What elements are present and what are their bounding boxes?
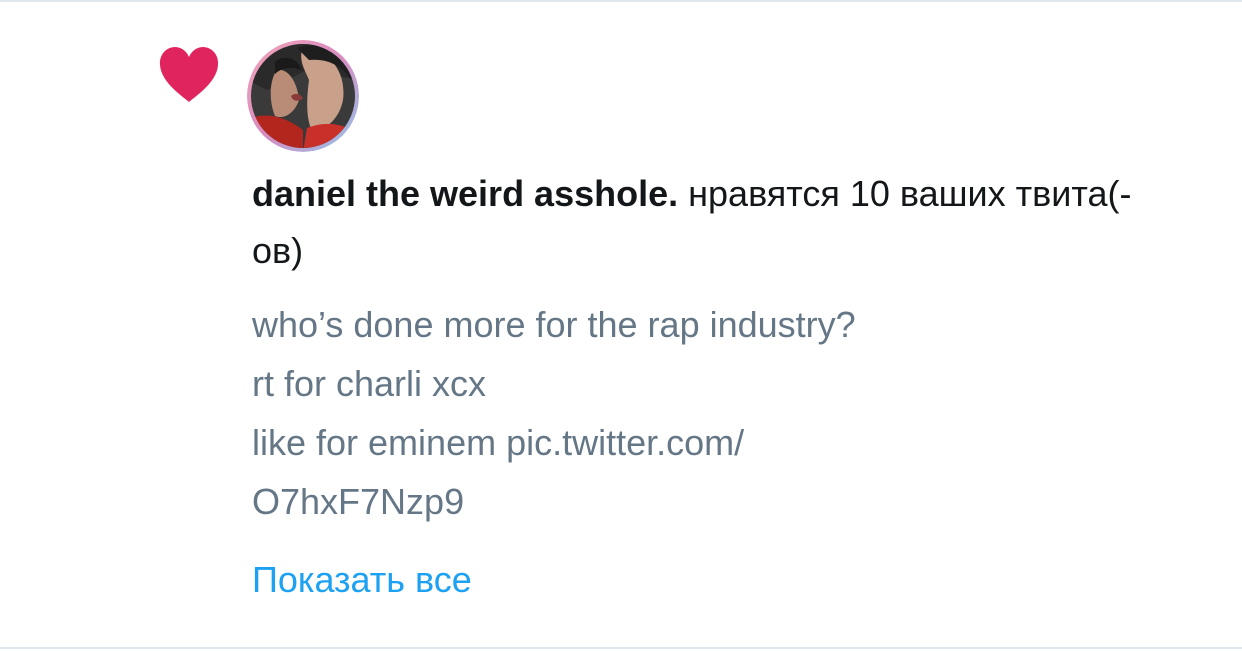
notification-text: daniel the weird asshole. нравятся 10 ва…: [252, 165, 1132, 279]
tweet-line: like for eminem pic.twitter.com/: [252, 422, 745, 463]
tweet-line: rt for charli xcx: [252, 363, 487, 404]
tweet-line: who’s done more for the rap industry?: [252, 304, 856, 345]
tweet-text[interactable]: who’s done more for the rap industry? rt…: [252, 295, 1132, 531]
tweet-line: O7hxF7Nzp9: [252, 481, 465, 522]
bottom-divider: [0, 647, 1242, 649]
heart-icon: [158, 46, 220, 104]
avatar[interactable]: [247, 40, 359, 152]
top-divider: [0, 0, 1242, 2]
user-name[interactable]: daniel the weird asshole.: [252, 173, 678, 214]
show-all-link[interactable]: Показать все: [252, 551, 472, 608]
